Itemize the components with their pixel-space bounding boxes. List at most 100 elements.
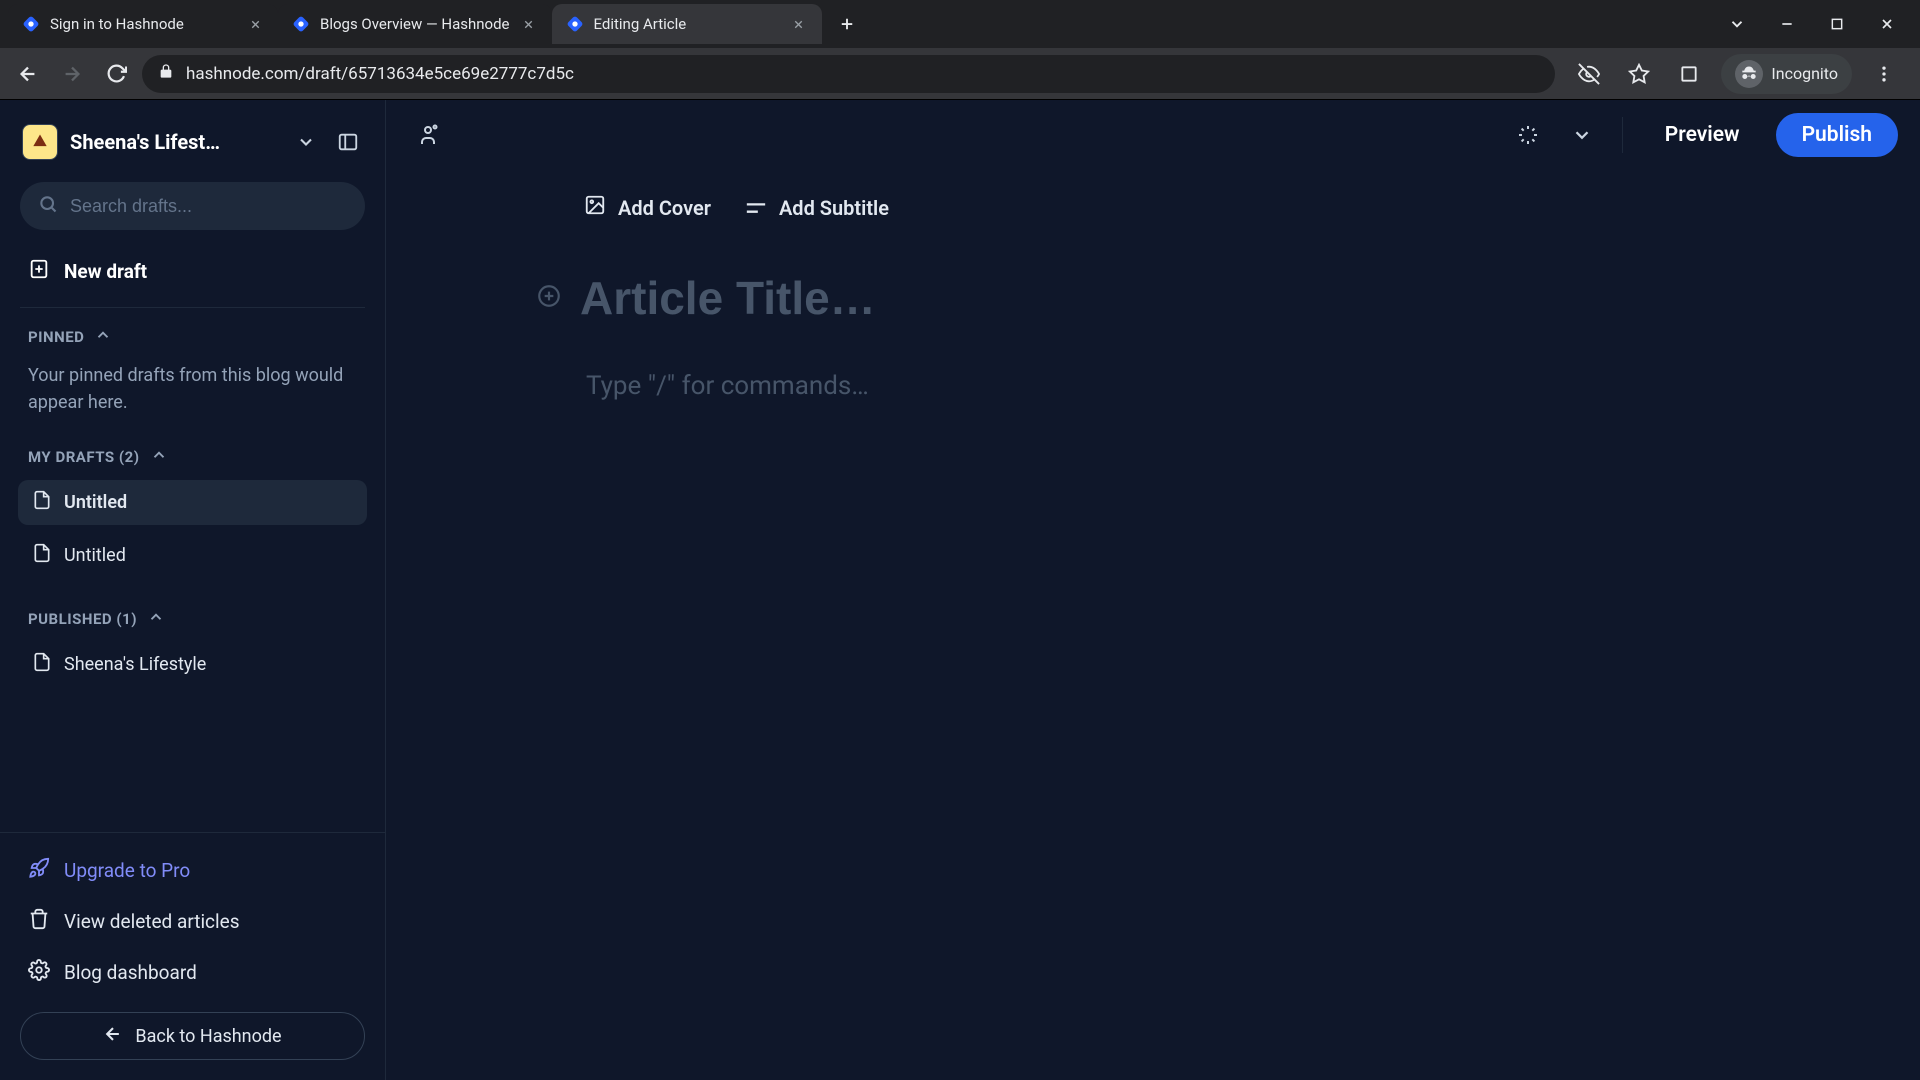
subtitle-icon: [745, 196, 767, 220]
window-controls: [1724, 11, 1912, 37]
plus-document-icon: [28, 258, 50, 285]
minimize-icon[interactable]: [1774, 11, 1800, 37]
lock-icon: [158, 63, 174, 84]
app-root: Sheena's Lifest… New draft PINNED Your p…: [0, 100, 1920, 1080]
close-icon[interactable]: [520, 15, 538, 33]
add-subtitle-label: Add Subtitle: [779, 196, 889, 220]
gear-icon: [28, 959, 50, 986]
forward-button[interactable]: [54, 56, 90, 92]
browser-tab[interactable]: Sign in to Hashnode: [8, 4, 278, 44]
maximize-icon[interactable]: [1824, 11, 1850, 37]
arrow-left-icon: [103, 1024, 123, 1049]
section-label: PINNED: [28, 328, 84, 346]
my-drafts-section-header[interactable]: MY DRAFTS (2): [0, 438, 385, 476]
incognito-icon: [1735, 60, 1763, 88]
add-cover-label: Add Cover: [618, 196, 711, 220]
sidebar-bottom: Upgrade to Pro View deleted articles Blo…: [0, 832, 385, 1064]
chevron-up-icon: [94, 326, 112, 348]
bookmark-star-icon[interactable]: [1621, 56, 1657, 92]
published-title: Sheena's Lifestyle: [64, 654, 206, 675]
close-window-icon[interactable]: [1874, 11, 1900, 37]
article-title-input[interactable]: [580, 271, 1380, 325]
deleted-label: View deleted articles: [64, 910, 240, 933]
tab-bar: Sign in to Hashnode Blogs Overview — Has…: [0, 0, 1920, 48]
chevron-down-icon[interactable]: [1724, 11, 1750, 37]
blog-selector[interactable]: Sheena's Lifest…: [0, 116, 385, 174]
add-cover-button[interactable]: Add Cover: [584, 194, 711, 221]
search-drafts[interactable]: [20, 182, 365, 230]
section-label: PUBLISHED (1): [28, 610, 137, 628]
chevron-up-icon: [150, 446, 168, 468]
tab-title: Blogs Overview — Hashnode: [320, 15, 510, 33]
draft-item[interactable]: Untitled: [18, 480, 367, 525]
publish-button[interactable]: Publish: [1776, 113, 1898, 157]
pinned-empty-text: Your pinned drafts from this blog would …: [0, 356, 385, 428]
editor-main: Preview Publish Add Cover Add Subtitle: [386, 100, 1920, 1080]
editor-body: Add Cover Add Subtitle Type "/" for comm…: [386, 170, 1586, 425]
blog-name: Sheena's Lifest…: [70, 130, 279, 154]
tab-title: Editing Article: [594, 15, 780, 33]
view-deleted-articles[interactable]: View deleted articles: [0, 896, 385, 947]
search-icon: [38, 194, 58, 219]
chevron-up-icon: [147, 608, 165, 630]
reload-button[interactable]: [98, 56, 134, 92]
back-label: Back to Hashnode: [135, 1026, 281, 1047]
hashnode-favicon-icon: [566, 15, 584, 33]
section-label: MY DRAFTS (2): [28, 448, 140, 466]
close-icon[interactable]: [246, 15, 264, 33]
kebab-menu-icon[interactable]: [1866, 56, 1902, 92]
new-tab-button[interactable]: [830, 7, 864, 41]
browser-tab-active[interactable]: Editing Article: [552, 4, 822, 44]
hashnode-favicon-icon: [292, 15, 310, 33]
divider: [20, 307, 365, 308]
chevron-down-icon[interactable]: [291, 127, 321, 157]
browser-tab[interactable]: Blogs Overview — Hashnode: [278, 4, 552, 44]
ai-sparkle-icon[interactable]: [1508, 115, 1548, 155]
divider: [1622, 117, 1623, 153]
editor-topbar: Preview Publish: [386, 100, 1920, 170]
image-icon: [584, 194, 606, 221]
document-icon: [32, 652, 52, 677]
add-subtitle-button[interactable]: Add Subtitle: [745, 194, 889, 221]
tab-title: Sign in to Hashnode: [50, 15, 236, 33]
title-row: [446, 271, 1526, 325]
blog-logo: [22, 124, 58, 160]
new-draft-button[interactable]: New draft: [0, 246, 385, 297]
address-bar: hashnode.com/draft/65713634e5ce69e2777c7…: [0, 48, 1920, 100]
published-item[interactable]: Sheena's Lifestyle: [18, 642, 367, 687]
back-button[interactable]: [10, 56, 46, 92]
rocket-icon: [28, 857, 50, 884]
blog-dashboard[interactable]: Blog dashboard: [0, 947, 385, 998]
draft-item[interactable]: Untitled: [18, 533, 367, 578]
upgrade-to-pro[interactable]: Upgrade to Pro: [0, 845, 385, 896]
document-icon: [32, 490, 52, 515]
article-body[interactable]: Type "/" for commands…: [446, 371, 1526, 401]
draft-title: Untitled: [64, 545, 126, 566]
incognito-profile-chip[interactable]: Incognito: [1721, 54, 1852, 94]
hashnode-favicon-icon: [22, 15, 40, 33]
profile-label: Incognito: [1771, 64, 1838, 83]
collaborators-icon[interactable]: [408, 115, 448, 155]
new-draft-label: New draft: [64, 260, 147, 283]
document-icon: [32, 543, 52, 568]
add-block-icon[interactable]: [536, 283, 562, 313]
url-text: hashnode.com/draft/65713634e5ce69e2777c7…: [186, 64, 574, 84]
published-section-header[interactable]: PUBLISHED (1): [0, 600, 385, 638]
close-icon[interactable]: [790, 15, 808, 33]
browser-chrome: Sign in to Hashnode Blogs Overview — Has…: [0, 0, 1920, 100]
body-placeholder: Type "/" for commands…: [586, 371, 869, 401]
eye-off-icon[interactable]: [1571, 56, 1607, 92]
panel-toggle-icon[interactable]: [333, 127, 363, 157]
back-to-hashnode-button[interactable]: Back to Hashnode: [20, 1012, 365, 1060]
sidebar: Sheena's Lifest… New draft PINNED Your p…: [0, 100, 386, 1080]
upgrade-label: Upgrade to Pro: [64, 859, 190, 882]
extensions-icon[interactable]: [1671, 56, 1707, 92]
search-input[interactable]: [70, 196, 347, 217]
preview-button[interactable]: Preview: [1643, 113, 1762, 157]
draft-title: Untitled: [64, 492, 127, 513]
pinned-section-header[interactable]: PINNED: [0, 318, 385, 356]
address-bar-actions: Incognito: [1563, 54, 1910, 94]
dashboard-label: Blog dashboard: [64, 961, 197, 984]
url-input[interactable]: hashnode.com/draft/65713634e5ce69e2777c7…: [142, 55, 1555, 93]
chevron-down-icon[interactable]: [1562, 115, 1602, 155]
